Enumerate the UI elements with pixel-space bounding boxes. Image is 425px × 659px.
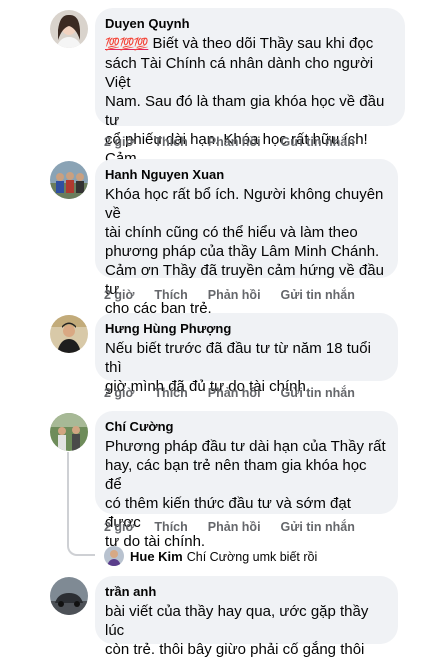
commenter-name[interactable]: Chí Cường — [105, 418, 386, 435]
like-button[interactable]: Thích — [154, 386, 187, 400]
reply-preview-text: Chí Cường umk biết rồi — [186, 550, 318, 564]
reply-button[interactable]: Phản hồi — [208, 288, 261, 302]
send-message-button[interactable]: Gửi tin nhắn — [281, 135, 355, 149]
user-photo-icon — [50, 413, 88, 451]
reply-button[interactable]: Phản hồi — [208, 135, 261, 149]
avatar[interactable] — [50, 161, 88, 199]
timestamp[interactable]: 2 giờ — [104, 288, 134, 302]
comment-bubble: Hưng Hùng Phượng Nếu biết trước đã đầu t… — [95, 313, 398, 395]
commenter-name[interactable]: Hanh Nguyen Xuan — [105, 166, 386, 183]
user-photo-icon — [50, 315, 88, 353]
reply-button[interactable]: Phản hồi — [208, 386, 261, 400]
comment-text: bài viết của thầy hay qua, ước gặp thầy … — [105, 603, 369, 658]
avatar[interactable] — [50, 413, 88, 451]
like-button[interactable]: Thích — [154, 288, 187, 302]
user-photo-icon — [50, 10, 88, 48]
comment-actions: 2 giờ Thích Phản hồi Gửi tin nhắn — [104, 520, 355, 534]
hundred-points-icon: 💯💯💯 — [105, 37, 149, 51]
reply-author-name[interactable]: Hue Kim — [130, 549, 183, 564]
comment-bubble: Chí Cường Phương pháp đầu tư dài hạn của… — [95, 411, 398, 550]
timestamp[interactable]: 2 giờ — [104, 135, 134, 149]
user-photo-icon — [50, 161, 88, 199]
comment-bubble: Duyen Quynh 💯💯💯 Biết và theo dõi Thầy sa… — [95, 8, 405, 186]
timestamp[interactable]: 2 giờ — [104, 520, 134, 534]
like-button[interactable]: Thích — [154, 520, 187, 534]
reply-thread-connector — [67, 542, 95, 556]
user-photo-icon — [50, 577, 88, 615]
avatar[interactable] — [50, 315, 88, 353]
comment-actions: 2 giờ Thích Phản hồi Gửi tin nhắn — [104, 288, 355, 302]
avatar[interactable] — [50, 577, 88, 615]
like-button[interactable]: Thích — [154, 135, 187, 149]
send-message-button[interactable]: Gửi tin nhắn — [281, 386, 355, 400]
avatar[interactable] — [50, 10, 88, 48]
user-photo-icon — [104, 546, 124, 566]
timestamp[interactable]: 2 giờ — [104, 386, 134, 400]
send-message-button[interactable]: Gửi tin nhắn — [281, 288, 355, 302]
comment-bubble: Hanh Nguyen Xuan Khóa học rất bổ ích. Ng… — [95, 159, 398, 317]
send-message-button[interactable]: Gửi tin nhắn — [281, 520, 355, 534]
comment-actions: 2 giờ Thích Phản hồi Gửi tin nhắn — [104, 386, 355, 400]
commenter-name[interactable]: Duyen Quynh — [105, 15, 393, 32]
reply-thread-line — [67, 452, 69, 542]
comment-actions: 2 giờ Thích Phản hồi Gửi tin nhắn — [104, 135, 355, 149]
commenter-name[interactable]: Hưng Hùng Phượng — [105, 320, 386, 337]
reply-preview[interactable]: Hue Kim Chí Cường umk biết rồi — [130, 549, 317, 564]
reply-button[interactable]: Phản hồi — [208, 520, 261, 534]
reply-avatar[interactable] — [104, 546, 124, 566]
commenter-name[interactable]: trần anh — [105, 583, 386, 600]
comment-bubble: trần anh bài viết của thầy hay qua, ước … — [95, 576, 398, 658]
